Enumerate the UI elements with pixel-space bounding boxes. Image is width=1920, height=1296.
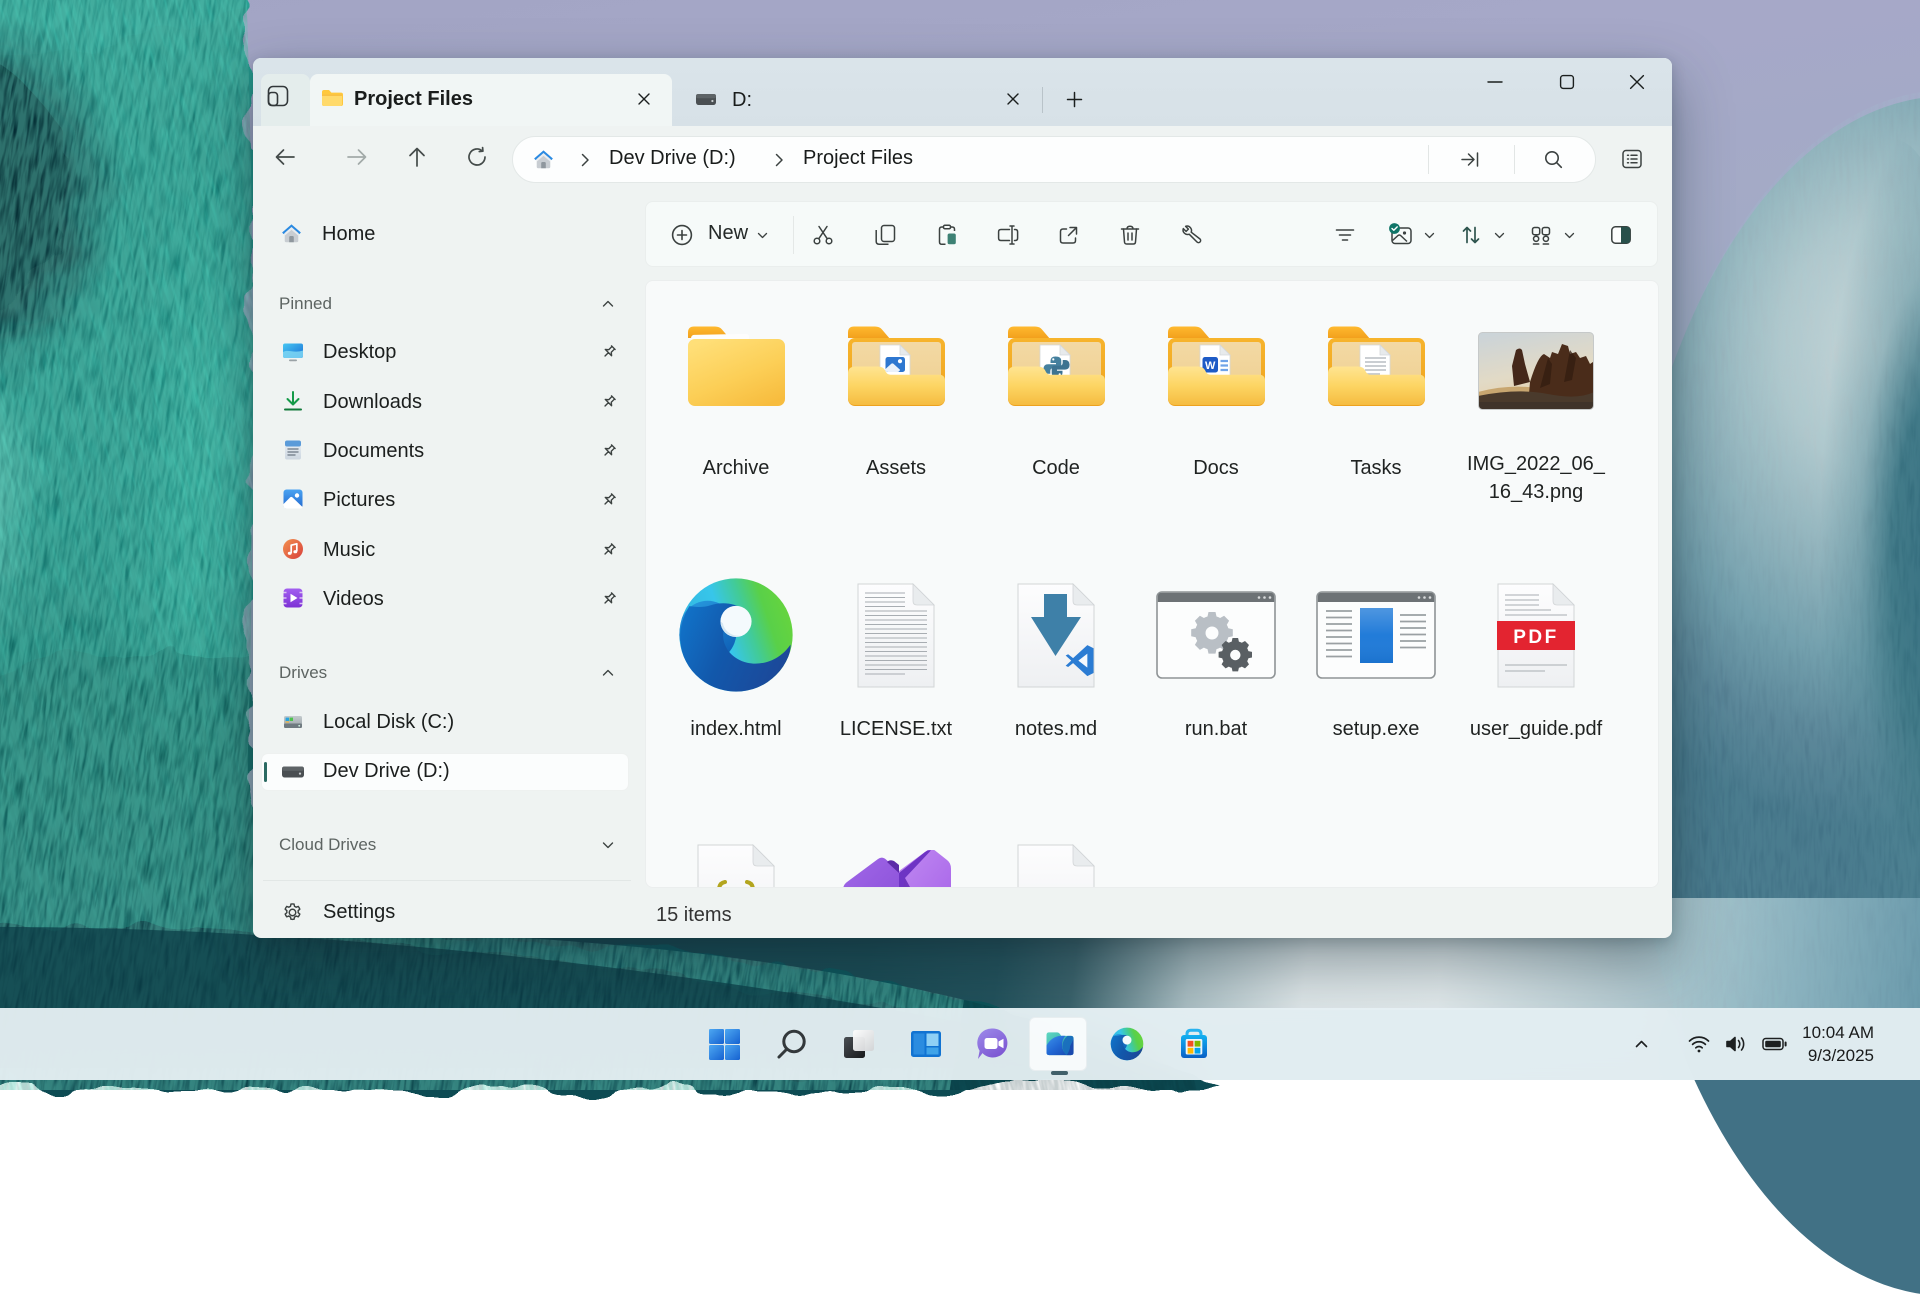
svg-text:PDF: PDF	[1513, 627, 1559, 648]
svg-text:W: W	[1205, 360, 1216, 372]
